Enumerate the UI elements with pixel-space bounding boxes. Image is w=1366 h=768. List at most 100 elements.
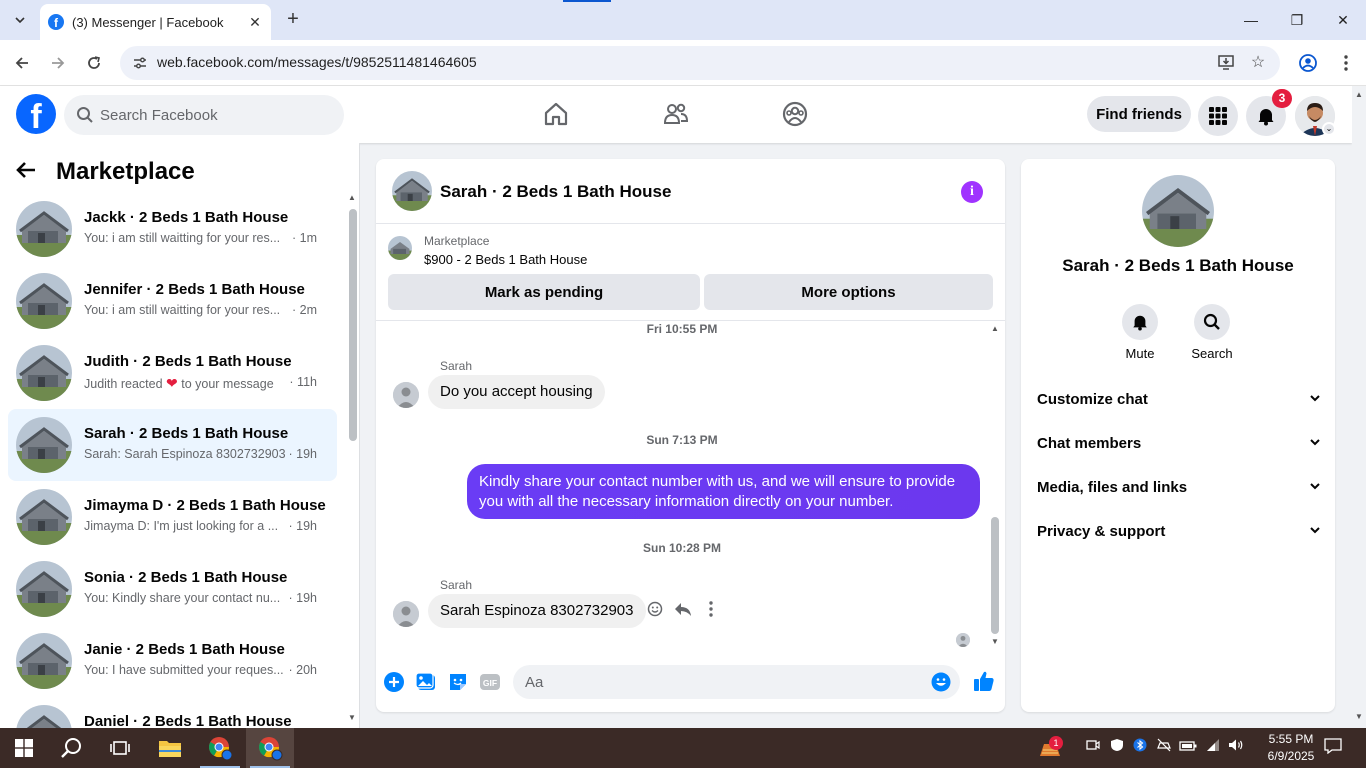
menu-grid-button[interactable] (1198, 96, 1238, 136)
conversation-item[interactable]: Jennifer · 2 Beds 1 Bath House You: i am… (8, 265, 337, 337)
scroll-up-arrow-icon[interactable]: ▲ (989, 324, 1001, 333)
sender-avatar[interactable] (393, 601, 419, 627)
volume-icon[interactable] (1226, 738, 1246, 758)
conversation-item[interactable]: Janie · 2 Beds 1 Bath House You: I have … (8, 625, 337, 697)
scroll-down-arrow-icon[interactable]: ▼ (1352, 712, 1366, 721)
page-scrollbar[interactable]: ▲ ▼ (1352, 86, 1366, 728)
sender-avatar[interactable] (393, 382, 419, 408)
listing-thumbnail[interactable] (1142, 175, 1214, 247)
search-input[interactable] (100, 95, 330, 135)
incoming-message[interactable]: Sarah Espinoza 8302732903 (428, 594, 646, 628)
browser-tab[interactable]: f (3) Messenger | Facebook ✕ (40, 4, 271, 40)
message-input[interactable] (525, 665, 905, 699)
default-avatar-icon (956, 633, 970, 647)
groups-icon[interactable] (781, 100, 809, 128)
task-view-button[interactable] (96, 728, 144, 768)
find-friends-button[interactable]: Find friends (1087, 96, 1191, 132)
friends-icon[interactable] (662, 100, 690, 128)
conversation-item[interactable]: Judith · 2 Beds 1 Bath House Judith reac… (8, 337, 337, 409)
plus-circle-icon[interactable] (383, 671, 405, 693)
customize-chat-section[interactable]: Customize chat (1037, 388, 1321, 412)
gif-icon[interactable]: GIF (479, 671, 501, 693)
facebook-search[interactable] (64, 95, 344, 135)
scroll-up-arrow-icon[interactable]: ▲ (347, 193, 357, 202)
restore-button[interactable]: ❐ (1274, 8, 1320, 32)
scroll-down-arrow-icon[interactable]: ▼ (347, 713, 357, 722)
info-icon[interactable]: i (961, 181, 983, 203)
thumbs-up-icon[interactable] (972, 669, 996, 693)
tab-title: (3) Messenger | Facebook (72, 14, 224, 30)
listing-price[interactable]: $900 - 2 Beds 1 Bath House (424, 252, 587, 267)
tab-drag-indicator (563, 0, 611, 2)
start-button[interactable] (0, 728, 48, 768)
home-icon[interactable] (542, 100, 570, 128)
security-shield-icon[interactable] (1107, 738, 1127, 758)
site-info-icon[interactable] (132, 55, 148, 71)
taskbar-search-button[interactable] (48, 728, 96, 768)
conversation-item[interactable]: Jimayma D · 2 Beds 1 Bath House Jimayma … (8, 481, 337, 553)
chevron-down-icon (15, 17, 25, 24)
reload-button[interactable] (82, 51, 106, 75)
close-window-button[interactable]: ✕ (1320, 8, 1366, 32)
more-vertical-icon[interactable] (701, 601, 721, 621)
chat-list-scrollbar[interactable]: ▲ ▼ (347, 193, 357, 723)
sticker-icon[interactable] (447, 671, 469, 693)
thread-scrollbar[interactable]: ▲ ▼ (989, 324, 1001, 649)
scrollbar-thumb[interactable] (349, 209, 357, 441)
conversation-title[interactable]: Sarah · 2 Beds 1 Bath House (440, 182, 671, 202)
minimize-button[interactable]: — (1228, 8, 1274, 32)
file-explorer-button[interactable] (146, 728, 194, 768)
forward-button[interactable] (46, 51, 70, 75)
meet-now-icon[interactable] (1083, 738, 1103, 758)
network-offline-icon[interactable] (1154, 738, 1174, 758)
facebook-logo-icon[interactable]: f (16, 94, 56, 134)
address-bar[interactable]: web.facebook.com/messages/t/985251148146… (120, 46, 1280, 80)
wifi-icon[interactable] (1203, 738, 1223, 758)
react-smiley-icon[interactable] (645, 601, 665, 621)
back-arrow-icon[interactable] (16, 159, 46, 185)
chrome-taskbar-button-active[interactable] (246, 728, 294, 768)
bell-icon (1133, 315, 1147, 331)
incoming-message[interactable]: Do you accept housing (428, 375, 605, 409)
scrollbar-thumb[interactable] (991, 517, 999, 634)
conversation-item[interactable]: Sonia · 2 Beds 1 Bath House You: Kindly … (8, 553, 337, 625)
scroll-down-arrow-icon[interactable]: ▼ (989, 637, 1001, 646)
conversation-header: Sarah · 2 Beds 1 Bath House i (376, 159, 1005, 224)
reply-icon[interactable] (673, 601, 693, 621)
more-options-button[interactable]: More options (704, 274, 993, 310)
more-vertical-icon (1344, 55, 1348, 71)
taskbar-clock[interactable]: 5:55 PM 6/9/2025 (1256, 731, 1326, 765)
mute-button[interactable]: Mute (1110, 304, 1170, 361)
profile-button[interactable] (1296, 51, 1320, 75)
media-files-links-section[interactable]: Media, files and links (1037, 476, 1321, 500)
tab-search-button[interactable] (8, 8, 32, 32)
close-tab-icon[interactable]: ✕ (247, 14, 263, 31)
bluetooth-icon[interactable] (1130, 738, 1150, 758)
photo-gallery-icon[interactable] (415, 671, 437, 693)
listing-thumbnail (388, 236, 412, 260)
mark-as-pending-button[interactable]: Mark as pending (388, 274, 700, 310)
conversation-item-active[interactable]: Sarah · 2 Beds 1 Bath House Sarah: Sarah… (8, 409, 337, 481)
search-in-conversation-button[interactable]: Search (1182, 304, 1242, 361)
message-input-box[interactable] (513, 665, 960, 699)
outgoing-message[interactable]: Kindly share your contact number with us… (467, 464, 980, 519)
chat-members-section[interactable]: Chat members (1037, 432, 1321, 456)
emoji-icon[interactable] (931, 672, 951, 692)
scroll-up-arrow-icon[interactable]: ▲ (1352, 90, 1366, 99)
conversation-item[interactable]: Jackk · 2 Beds 1 Bath House You: i am st… (8, 193, 337, 265)
notification-center-icon[interactable] (1322, 738, 1344, 758)
new-tab-button[interactable]: + (282, 8, 304, 32)
conversation-item[interactable]: Daniel · 2 Beds 1 Bath House (8, 697, 337, 728)
account-circle-icon (1299, 54, 1317, 72)
conversation-time: · 19h (288, 519, 318, 533)
listing-thumbnail[interactable] (392, 171, 432, 211)
account-menu-chevron-icon[interactable]: ⌄ (1322, 122, 1336, 136)
install-app-icon[interactable] (1216, 53, 1236, 73)
privacy-support-section[interactable]: Privacy & support (1037, 520, 1321, 544)
back-button[interactable] (10, 51, 34, 75)
bookmark-star-icon[interactable]: ☆ (1248, 53, 1268, 73)
browser-menu-button[interactable] (1334, 51, 1358, 75)
chrome-taskbar-button[interactable] (196, 728, 244, 768)
conversation-name: Sonia · 2 Beds 1 Bath House (84, 569, 288, 586)
battery-icon[interactable] (1178, 738, 1198, 758)
